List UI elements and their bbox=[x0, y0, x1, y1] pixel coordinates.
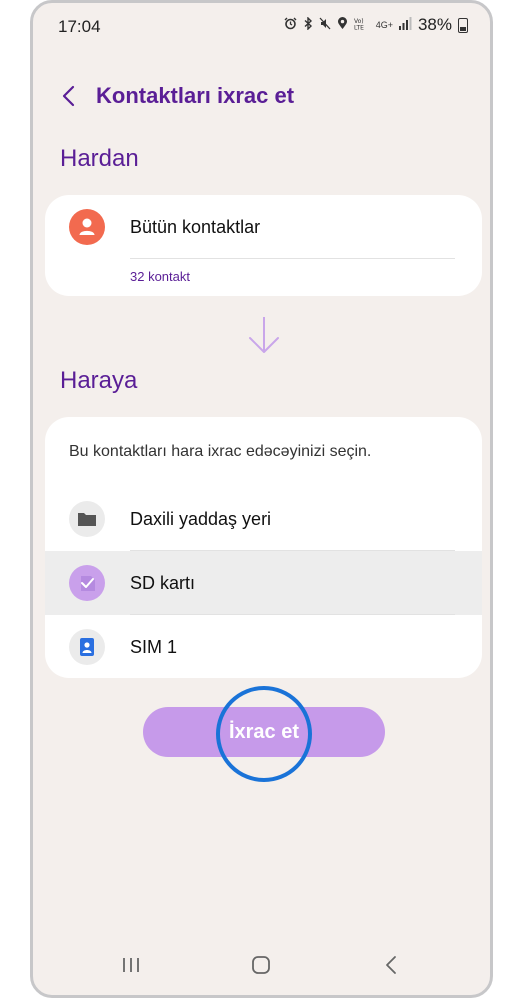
recent-apps-button[interactable] bbox=[111, 945, 151, 985]
source-card[interactable]: Bütün kontaktlar 32 kontakt bbox=[45, 195, 482, 296]
source-label: Bütün kontaktlar bbox=[130, 217, 261, 237]
option-label: SD kartı bbox=[130, 573, 196, 593]
app-header: Kontaktları ixrac et bbox=[58, 81, 294, 111]
home-button[interactable] bbox=[241, 945, 281, 985]
back-button[interactable] bbox=[58, 82, 86, 110]
location-icon bbox=[337, 17, 348, 33]
destination-card: Bu kontaktları hara ixrac edəcəyinizi se… bbox=[45, 417, 482, 678]
navigation-bar bbox=[33, 935, 490, 995]
divider bbox=[130, 258, 455, 259]
option-sim-1[interactable]: SIM 1 bbox=[45, 615, 482, 678]
page-title: Kontaktları ixrac et bbox=[96, 83, 295, 108]
battery-percentage: 38% bbox=[417, 15, 452, 34]
contact-avatar-icon bbox=[69, 209, 105, 245]
nav-back-button[interactable] bbox=[371, 945, 411, 985]
option-sd-card[interactable]: SD kartı bbox=[45, 551, 482, 615]
mute-icon bbox=[319, 17, 331, 33]
sim-contact-icon bbox=[69, 629, 105, 665]
volte-icon: Vo) LTE bbox=[354, 17, 370, 33]
folder-icon bbox=[69, 501, 105, 537]
to-section-title: Haraya bbox=[60, 367, 138, 394]
battery-icon bbox=[458, 17, 468, 33]
status-time: 17:04 bbox=[58, 17, 101, 36]
4g-icon: 4G+ bbox=[375, 20, 393, 30]
alarm-icon bbox=[284, 17, 297, 33]
destination-instruction: Bu kontaktları hara ixrac edəcəyinizi se… bbox=[69, 443, 372, 460]
back-arrow-icon bbox=[386, 956, 396, 974]
bluetooth-icon bbox=[303, 16, 313, 33]
export-button[interactable]: İxrac et bbox=[143, 707, 385, 757]
from-section-title: Hardan bbox=[60, 145, 139, 172]
contact-count: 32 kontakt bbox=[130, 269, 190, 284]
option-label: Daxili yaddaş yeri bbox=[130, 509, 272, 529]
status-bar: 17:04 Vo) LTE 4G+ 38% bbox=[33, 3, 490, 49]
sd-card-icon bbox=[69, 565, 105, 601]
svg-text:LTE: LTE bbox=[354, 25, 364, 31]
home-icon bbox=[252, 956, 270, 974]
status-icons: Vo) LTE 4G+ 38% bbox=[284, 15, 468, 35]
chevron-left-icon bbox=[62, 85, 75, 107]
option-label: SIM 1 bbox=[130, 637, 178, 657]
option-internal-storage[interactable]: Daxili yaddaş yeri bbox=[45, 487, 482, 551]
phone-screen: 17:04 Vo) LTE 4G+ 38% Kontaktları ixrac … bbox=[30, 0, 493, 998]
recent-apps-icon bbox=[123, 958, 139, 972]
signal-icon bbox=[398, 17, 412, 33]
arrow-down-icon bbox=[248, 315, 280, 360]
